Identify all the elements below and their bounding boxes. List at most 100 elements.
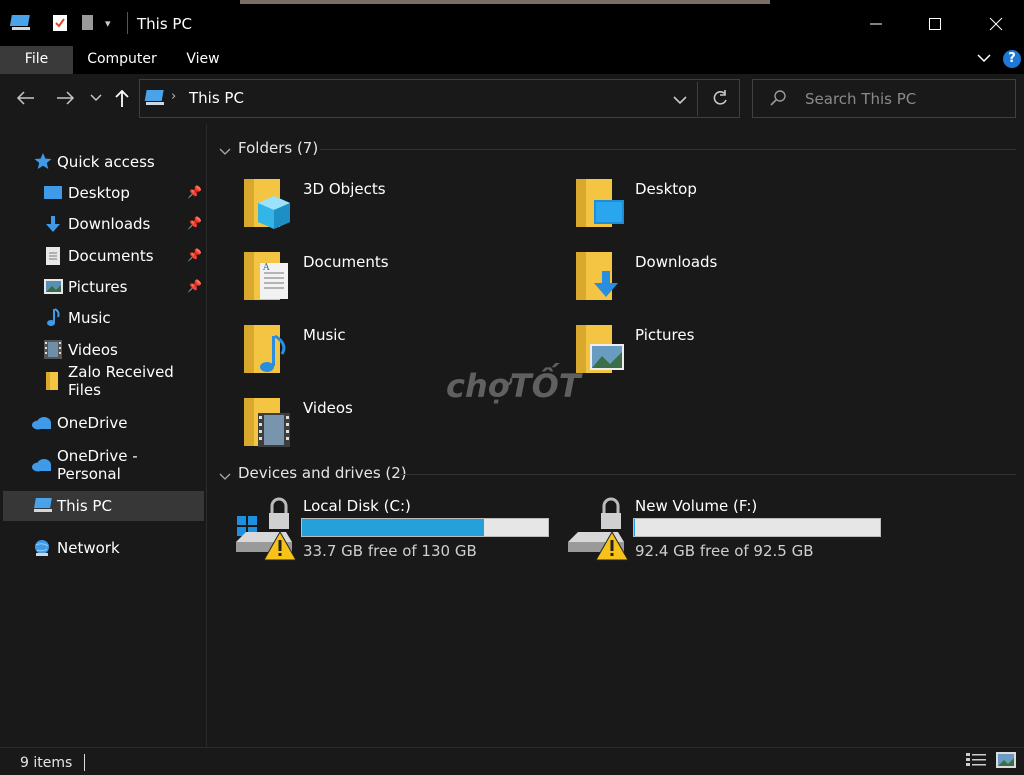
address-divider: [697, 82, 698, 116]
videos-folder-icon: [242, 395, 294, 455]
search-box[interactable]: Search This PC: [752, 79, 1016, 118]
back-button[interactable]: [14, 86, 38, 110]
folder-tile-documents[interactable]: A Documents: [242, 245, 542, 307]
minimize-button[interactable]: [856, 10, 896, 38]
svg-text:A: A: [262, 263, 270, 273]
details-view-icon[interactable]: [966, 752, 986, 772]
sidebar-item-label: Network: [57, 539, 120, 557]
folder-tile-3d-objects[interactable]: 3D Objects: [242, 172, 542, 234]
cloud-icon: [31, 416, 53, 434]
sidebar-item-videos[interactable]: Videos: [0, 335, 204, 365]
status-bar: [0, 747, 1024, 775]
sidebar-item-network[interactable]: Network: [0, 533, 204, 563]
forward-button[interactable]: [53, 86, 77, 110]
devices-group-header[interactable]: Devices and drives (2): [238, 464, 407, 482]
group-divider: [320, 149, 1016, 150]
sidebar-item-this-pc[interactable]: This PC: [0, 491, 204, 521]
watermark-logo: chợTỐT: [446, 367, 581, 405]
film-icon: [44, 340, 62, 363]
status-divider: [84, 754, 85, 771]
folder-label: 3D Objects: [303, 180, 386, 198]
this-pc-icon: [144, 88, 166, 112]
folder-tile-downloads[interactable]: Downloads: [574, 245, 874, 307]
refresh-icon[interactable]: [711, 89, 729, 111]
drive-tile-local-disk-c[interactable]: Local Disk (C:) 33.7 GB free of 130 GB: [234, 494, 554, 564]
usage-fill: [302, 519, 485, 536]
tiles-view-icon[interactable]: [996, 752, 1016, 772]
sidebar-item-documents[interactable]: Documents 📌: [0, 241, 204, 271]
music-folder-icon: [242, 322, 294, 382]
item-count: 9 items: [20, 755, 73, 771]
pin-icon[interactable]: 📌: [187, 248, 202, 262]
sidebar-item-label: Videos: [68, 341, 118, 359]
desktop-folder-icon: [574, 176, 626, 236]
drive-c-warning-icon: [234, 496, 298, 566]
tab-view[interactable]: View: [178, 46, 228, 74]
tab-file[interactable]: File: [0, 46, 73, 74]
tab-computer[interactable]: Computer: [82, 46, 162, 74]
pictures-folder-icon: [574, 322, 626, 382]
folder-icon: [45, 371, 59, 395]
pin-icon[interactable]: 📌: [187, 185, 202, 199]
sidebar-item-desktop[interactable]: Desktop 📌: [0, 178, 204, 208]
sidebar-item-label: Desktop: [68, 184, 130, 202]
maximize-button[interactable]: [915, 10, 955, 38]
window-title: This PC: [137, 15, 192, 33]
folder-tile-desktop[interactable]: Desktop: [574, 172, 874, 234]
drive-free-space: 33.7 GB free of 130 GB: [303, 542, 477, 560]
address-dropdown-icon[interactable]: [673, 92, 687, 110]
sidebar-item-label: Documents: [68, 247, 154, 265]
group-divider: [398, 474, 1016, 475]
search-input[interactable]: Search This PC: [805, 90, 916, 108]
breadcrumb-separator-icon[interactable]: ›: [171, 89, 176, 104]
folder-tile-pictures[interactable]: Pictures: [574, 318, 874, 380]
music-note-icon: [45, 308, 61, 332]
new-folder-icon[interactable]: [81, 14, 95, 36]
sidebar-item-label: Music: [68, 309, 111, 327]
background-strip: [240, 0, 770, 4]
sidebar-item-label: Zalo Received Files: [68, 363, 174, 399]
sidebar-item-label: This PC: [57, 497, 112, 515]
folder-label: Pictures: [635, 326, 695, 344]
folder-label: Documents: [303, 253, 389, 271]
download-arrow-icon: [44, 215, 62, 237]
network-globe-icon: [32, 538, 52, 562]
customize-quick-access-icon[interactable]: ▾: [105, 17, 111, 30]
sidebar-item-label: Pictures: [68, 278, 128, 296]
breadcrumb-this-pc[interactable]: This PC: [189, 89, 244, 107]
sidebar-item-pictures[interactable]: Pictures 📌: [0, 272, 204, 302]
document-icon: [45, 246, 61, 270]
drive-tile-new-volume-f[interactable]: New Volume (F:) 92.4 GB free of 92.5 GB: [566, 494, 886, 564]
sidebar-item-label: OneDrive - Personal: [57, 447, 138, 483]
pin-icon[interactable]: 📌: [187, 279, 202, 293]
drive-free-space: 92.4 GB free of 92.5 GB: [635, 542, 814, 560]
up-button[interactable]: [110, 86, 134, 110]
close-button[interactable]: [976, 10, 1016, 38]
search-icon: [769, 89, 787, 111]
star-icon: [34, 152, 52, 174]
collapse-folders-icon[interactable]: [219, 143, 231, 161]
properties-icon[interactable]: [52, 14, 68, 36]
folders-group-header[interactable]: Folders (7): [238, 139, 318, 157]
folder-label: Desktop: [635, 180, 697, 198]
sidebar-item-label: OneDrive: [57, 414, 128, 432]
picture-icon: [44, 279, 63, 298]
recent-locations-button[interactable]: [84, 86, 108, 110]
sidebar-item-zalo-received-files[interactable]: Zalo Received Files: [0, 363, 204, 399]
sidebar-item-label: Quick access: [57, 153, 155, 171]
address-bar[interactable]: › This PC: [139, 79, 740, 118]
title-divider: [127, 12, 128, 34]
sidebar-item-music[interactable]: Music: [0, 303, 204, 333]
sidebar-item-onedrive[interactable]: OneDrive: [0, 408, 204, 438]
help-icon[interactable]: ?: [1003, 50, 1021, 68]
pin-icon[interactable]: 📌: [187, 216, 202, 230]
sidebar-item-downloads[interactable]: Downloads 📌: [0, 209, 204, 239]
sidebar-item-quick-access[interactable]: Quick access: [0, 147, 204, 177]
expand-ribbon-icon[interactable]: [976, 50, 992, 70]
drive-label: New Volume (F:): [635, 497, 758, 515]
collapse-devices-icon[interactable]: [219, 468, 231, 486]
cloud-icon: [31, 458, 53, 476]
drive-c-usage-bar: [301, 518, 549, 537]
sidebar-item-onedrive-personal[interactable]: OneDrive - Personal: [0, 447, 204, 483]
drive-f-warning-icon: [566, 496, 630, 566]
